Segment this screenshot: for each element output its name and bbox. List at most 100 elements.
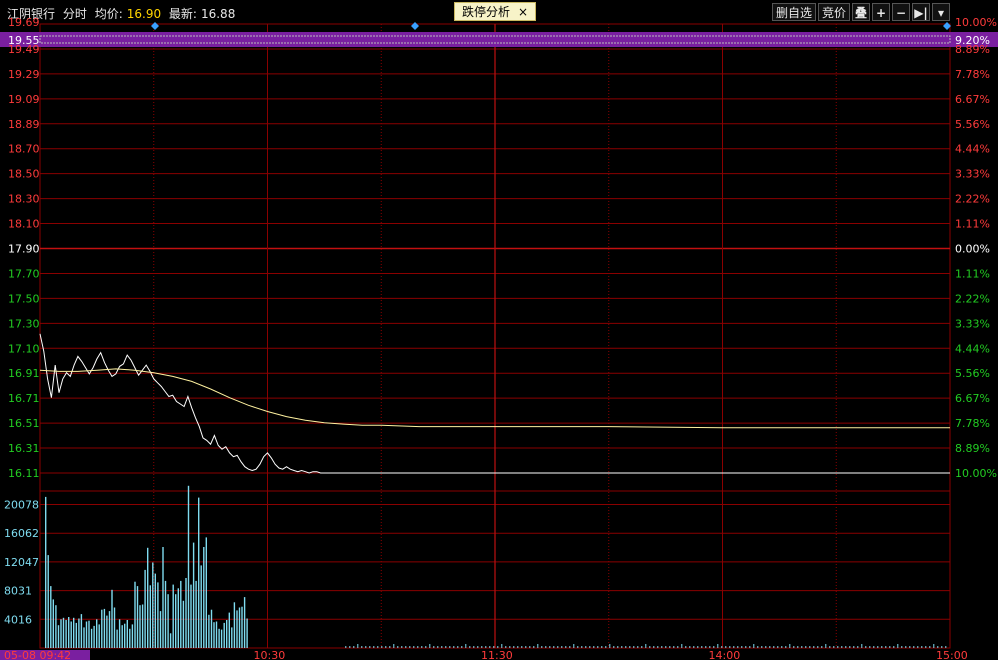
price-tick-label: 18.70	[8, 143, 40, 156]
volume-bar	[149, 585, 151, 648]
volume-bar	[941, 646, 943, 648]
volume-bar	[797, 646, 799, 648]
volume-bar	[220, 629, 223, 648]
volume-bar	[805, 646, 807, 648]
price-tick-label: 17.50	[8, 292, 40, 305]
percent-axis: 8.89% 7.78% 6.67% 5.56% 4.44% 3.33% 2.22% 1.11%…	[955, 16, 997, 480]
volume-bar	[52, 599, 54, 648]
volume-bar	[429, 644, 431, 648]
volume-bar	[549, 646, 551, 648]
volume-bar	[613, 646, 615, 648]
volume-bar	[113, 607, 116, 648]
volume-bar	[152, 562, 154, 648]
highlight-band	[0, 32, 998, 47]
time-tick-label: 11:30	[481, 649, 513, 660]
volume-bar	[793, 646, 795, 648]
time-tick-label: 15:00	[936, 649, 968, 660]
volume-bar	[485, 646, 487, 648]
volume-bar	[111, 589, 113, 648]
volume-bar	[749, 646, 751, 648]
volume-bar	[525, 646, 527, 648]
volume-bar	[753, 644, 755, 648]
volume-bar	[243, 597, 246, 648]
volume-bar	[457, 646, 459, 648]
volume-bar	[905, 646, 907, 648]
volume-bar	[729, 646, 731, 648]
volume-bar	[669, 646, 671, 648]
volume-bar	[215, 621, 218, 648]
volume-bar	[103, 608, 106, 648]
volume-bar	[861, 644, 863, 648]
volume-bar	[93, 625, 95, 648]
percent-tick-label: 10.00%	[955, 467, 997, 480]
volume-bar	[557, 646, 559, 648]
volume-bar	[537, 644, 539, 648]
percent-tick-label: 1.11%	[955, 267, 990, 280]
volume-bar	[226, 620, 228, 648]
volume-bar	[55, 605, 57, 648]
volume-bar	[661, 646, 663, 648]
volume-bar	[677, 646, 679, 648]
volume-bar	[238, 607, 241, 648]
volume-bar	[869, 646, 871, 648]
volume-bar	[246, 618, 248, 648]
volume-bar	[777, 646, 779, 648]
volume-bar	[545, 646, 547, 648]
price-tick-label: 16.91	[8, 367, 40, 380]
volume-bar	[389, 646, 391, 648]
volume-tick-label: 4016	[4, 613, 32, 626]
event-marker-icon	[151, 22, 159, 30]
volume-bar	[513, 646, 515, 648]
intraday-chart[interactable]: 19.55 9.20% 19.49 19.29 19.09 18.89 18.70 18.5…	[0, 0, 998, 660]
volume-bar	[489, 646, 491, 648]
volume-bar	[47, 555, 49, 648]
volume-bar	[121, 625, 123, 648]
volume-bar	[228, 612, 230, 648]
volume-bar	[933, 644, 935, 648]
volume-bar	[131, 624, 134, 648]
volume-bar	[198, 497, 200, 648]
price-tick-label: 19.29	[8, 68, 40, 81]
volume-bar	[509, 646, 511, 648]
volume-bar	[761, 646, 763, 648]
volume-bar	[68, 617, 70, 648]
volume-bar	[70, 621, 72, 648]
volume-bar	[397, 646, 399, 648]
volume-bar	[185, 578, 187, 648]
volume-bar	[141, 604, 144, 648]
volume-bar	[597, 646, 599, 648]
volume-bar	[653, 646, 655, 648]
volume-bar	[445, 646, 447, 648]
percent-tick-label: 0.00%	[955, 243, 990, 256]
volume-bar	[401, 646, 403, 648]
volume-bar	[529, 646, 531, 648]
volume-bar	[144, 569, 146, 648]
volume-bar	[469, 646, 471, 648]
percent-tick-label: 3.33%	[955, 317, 990, 330]
volume-bar	[873, 646, 875, 648]
percent-tick-label: 6.67%	[955, 392, 990, 405]
volume-bar	[147, 547, 149, 648]
volume-bar	[159, 611, 162, 648]
volume-bar	[433, 646, 435, 648]
volume-bar	[737, 646, 739, 648]
price-tick-label: 16.71	[8, 392, 40, 405]
volume-bar	[745, 646, 747, 648]
volume-bar	[417, 646, 419, 648]
volume-bar	[425, 646, 427, 648]
volume-bar	[349, 646, 351, 648]
percent-tick-label: 1.11%	[955, 218, 990, 231]
volume-bar	[865, 646, 867, 648]
volume-bar	[885, 646, 887, 648]
volume-bar	[649, 646, 651, 648]
volume-bar	[717, 644, 719, 648]
percent-tick-label: 2.22%	[955, 292, 990, 305]
price-tick-label: 19.09	[8, 93, 40, 106]
volume-bar	[75, 622, 77, 648]
volume-bar	[849, 646, 851, 648]
volume-bar	[241, 606, 243, 648]
volume-bar	[413, 646, 415, 648]
volume-bar	[231, 627, 233, 648]
volume-bar	[617, 646, 619, 648]
percent-tick-label: 3.33%	[955, 168, 990, 181]
